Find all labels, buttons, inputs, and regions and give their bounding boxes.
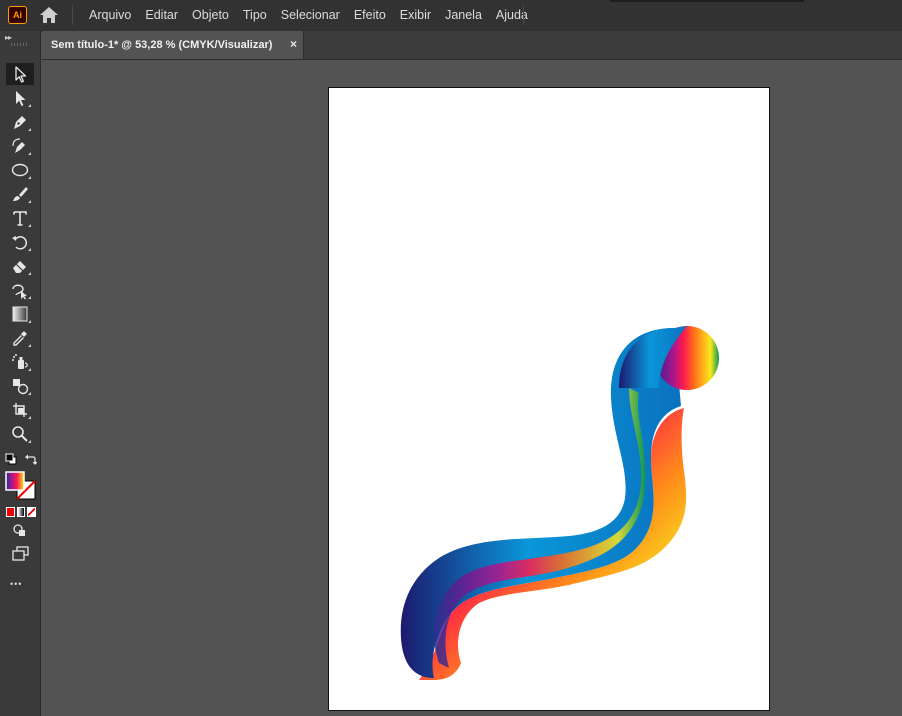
sprayer-icon	[12, 354, 28, 369]
fill-swatch-gradient	[5, 471, 36, 500]
swap-arrow-icon	[25, 454, 38, 465]
screen-mode-icon	[12, 546, 29, 561]
menu-efeito[interactable]: Efeito	[347, 0, 393, 30]
menu-arquivo[interactable]: Arquivo	[82, 0, 138, 30]
selection-tool[interactable]	[6, 63, 34, 85]
home-icon	[40, 7, 58, 23]
puppet-warp-tool[interactable]	[6, 279, 34, 301]
flyout-indicator	[28, 248, 31, 251]
flyout-indicator	[28, 392, 31, 395]
flyout-indicator	[28, 368, 31, 371]
main-menu: Arquivo Editar Objeto Tipo Selecionar Ef…	[82, 0, 535, 30]
flyout-indicator	[28, 344, 31, 347]
flyout-indicator	[28, 272, 31, 275]
puppet-warp-icon	[12, 284, 27, 300]
symbol-sprayer-tool[interactable]	[6, 351, 34, 373]
flyout-indicator	[28, 440, 31, 443]
eyedropper-tool[interactable]	[6, 327, 34, 349]
draw-mode-icon	[13, 524, 25, 536]
artboard-icon	[13, 403, 27, 417]
document-tab-bar: Sem título-1* @ 53,28 % (CMYK/Visualizar…	[42, 31, 902, 60]
flyout-indicator	[28, 128, 31, 131]
gradient-tool[interactable]	[6, 303, 34, 325]
gradient-icon	[12, 306, 28, 322]
shape-builder-tool[interactable]	[6, 375, 34, 397]
search-field-edge[interactable]	[610, 0, 804, 2]
flyout-indicator	[28, 104, 31, 107]
panel-grip[interactable]	[11, 43, 29, 46]
flyout-indicator	[28, 200, 31, 203]
paintbrush-tool[interactable]	[6, 183, 34, 205]
eyedropper-icon	[13, 331, 27, 346]
more-tools-button[interactable]: •••	[10, 579, 22, 589]
home-button[interactable]	[38, 5, 60, 25]
ellipse-tool[interactable]	[6, 159, 34, 181]
menu-separator	[72, 5, 73, 25]
type-tool[interactable]	[6, 207, 34, 229]
arrow-icon	[15, 66, 27, 83]
magnifier-icon	[12, 426, 28, 442]
flyout-indicator	[28, 416, 31, 419]
document-tab-title: Sem título-1* @ 53,28 % (CMYK/Visualizar…	[51, 39, 273, 51]
menu-separator	[523, 5, 524, 25]
flyout-indicator	[28, 152, 31, 155]
close-icon[interactable]: ×	[290, 38, 297, 51]
pen-tool[interactable]	[6, 111, 34, 133]
rotate-icon	[12, 236, 28, 250]
flyout-indicator	[28, 296, 31, 299]
color-mode-buttons	[6, 507, 37, 517]
shape-builder-icon	[13, 379, 29, 395]
screen-mode-tool[interactable]	[6, 543, 34, 565]
default-fill-stroke-icon	[5, 453, 17, 465]
pen-icon	[14, 116, 26, 129]
type-icon	[13, 211, 27, 226]
direct-selection-tool[interactable]	[6, 87, 34, 109]
curvature-pen-icon	[12, 138, 25, 153]
menu-bar: Ai Arquivo Editar Objeto Tipo Selecionar…	[0, 0, 902, 32]
app-logo: Ai	[8, 6, 27, 24]
eraser-icon	[13, 261, 26, 273]
curvature-tool[interactable]	[6, 135, 34, 157]
rotate-tool[interactable]	[6, 231, 34, 253]
flyout-indicator	[28, 320, 31, 323]
menu-objeto[interactable]: Objeto	[185, 0, 236, 30]
rainbow-gradient-worm[interactable]	[329, 88, 769, 710]
menu-exibir[interactable]: Exibir	[393, 0, 438, 30]
fill-stroke-control[interactable]	[5, 471, 37, 501]
menu-editar[interactable]: Editar	[138, 0, 185, 30]
eraser-tool[interactable]	[6, 255, 34, 277]
menu-selecionar[interactable]: Selecionar	[274, 0, 347, 30]
menu-ajuda[interactable]: Ajuda	[489, 0, 535, 30]
tools-panel: ▸▸ •••	[0, 31, 41, 716]
draw-mode-tool[interactable]	[6, 519, 34, 541]
default-colors-button[interactable]	[5, 452, 17, 465]
color-mode-button[interactable]	[6, 507, 15, 517]
artboard[interactable]	[328, 87, 770, 711]
menu-tipo[interactable]: Tipo	[236, 0, 274, 30]
flyout-indicator	[28, 224, 31, 227]
brush-icon	[13, 187, 28, 201]
menu-janela[interactable]: Janela	[438, 0, 489, 30]
collapse-panel-button[interactable]: ▸▸	[5, 33, 12, 42]
white-arrow-icon	[16, 91, 26, 106]
none-mode-button[interactable]	[27, 507, 37, 517]
artboard-tool[interactable]	[6, 399, 34, 421]
gradient-mode-button[interactable]	[16, 507, 26, 517]
flyout-indicator	[28, 176, 31, 179]
document-tab[interactable]: Sem título-1* @ 53,28 % (CMYK/Visualizar…	[42, 31, 304, 59]
ellipse-icon	[11, 163, 29, 177]
swap-colors-button[interactable]	[25, 452, 38, 465]
zoom-tool[interactable]	[6, 423, 34, 445]
